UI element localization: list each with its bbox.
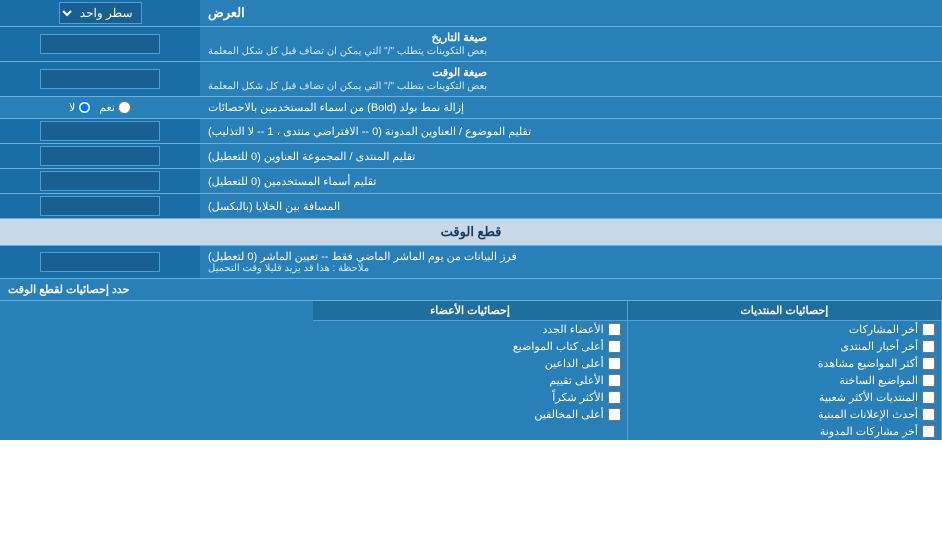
radio-yes[interactable] <box>118 101 131 114</box>
cb-latest-announcements: أحدث الإعلانات المبنية <box>628 406 941 423</box>
cb-top-writers-input[interactable] <box>608 340 621 353</box>
cb-most-thanks-label: الأكثر شكراً <box>552 391 603 404</box>
forum-order-row: تقليم المنتدى / المجموعة العناوين (0 للت… <box>0 144 942 169</box>
cb-most-viewed-input[interactable] <box>922 357 935 370</box>
topics-order-input[interactable]: 33 <box>40 121 160 141</box>
cb-last-posts-input[interactable] <box>922 323 935 336</box>
cb-top-rated-label: الأعلى تقييم <box>549 374 603 387</box>
bold-remove-label: إزالة نمط بولد (Bold) من اسماء المستخدمي… <box>200 97 942 118</box>
stats-section: إحصائيات المنتديات أخر المشاركات أخر أخب… <box>0 301 942 440</box>
cb-latest-announcements-input[interactable] <box>922 408 935 421</box>
realtime-row: فرز البيانات من يوم الماشر الماضي فقط --… <box>0 246 942 279</box>
cell-spacing-row: المسافة بين الخلايا (بالبكسل) 2 <box>0 194 942 219</box>
forum-order-label: تقليم المنتدى / المجموعة العناوين (0 للت… <box>200 144 942 168</box>
cb-top-inviters-input[interactable] <box>608 357 621 370</box>
radio-yes-label: نعم <box>99 101 115 114</box>
topics-order-row: تقليم الموضوع / العناوين المدونة (0 -- ا… <box>0 119 942 144</box>
cb-blog-posts: أخر مشاركات المدونة <box>628 423 941 440</box>
display-label: العرض <box>200 0 942 26</box>
users-order-row: تقليم أسماء المستخدمين (0 للتعطيل) 0 <box>0 169 942 194</box>
realtime-label: فرز البيانات من يوم الماشر الماضي فقط --… <box>200 246 942 278</box>
cb-top-writers-label: أعلى كتاب المواضيع <box>513 340 604 353</box>
cb-most-viewed: أكثر المواضيع مشاهدة <box>628 355 941 372</box>
users-order-input-cell: 0 <box>0 169 200 193</box>
cb-hot-topics: المواضيع الساخنة <box>628 372 941 389</box>
cb-most-thanks-input[interactable] <box>608 391 621 404</box>
topics-order-label: تقليم الموضوع / العناوين المدونة (0 -- ا… <box>200 119 942 143</box>
time-format-input-cell: H:i <box>0 62 200 96</box>
realtime-section-header: قطع الوقت <box>0 219 942 246</box>
cb-blog-posts-input[interactable] <box>922 425 935 438</box>
cb-top-violators-label: أعلى المخالفين <box>534 408 603 421</box>
limit-label: حدد إحصائيات لقطع الوقت <box>0 279 942 300</box>
date-format-input-cell: d-m <box>0 27 200 61</box>
stats-col-forums-header: إحصائيات المنتديات <box>628 301 941 321</box>
time-format-label: صيغة الوقت بعض التكوينات يتطلب "/" التي … <box>200 62 942 96</box>
stats-col-forums: إحصائيات المنتديات أخر المشاركات أخر أخب… <box>628 301 942 440</box>
cb-top-violators-input[interactable] <box>608 408 621 421</box>
radio-no-option: لا <box>69 101 91 114</box>
cb-popular-forums-label: المنتديات الأكثر شعبية <box>819 391 918 404</box>
date-format-input[interactable]: d-m <box>40 34 160 54</box>
cb-latest-announcements-label: أحدث الإعلانات المبنية <box>818 408 918 421</box>
cb-hot-topics-input[interactable] <box>922 374 935 387</box>
display-row: العرض سطر واحد <box>0 0 942 27</box>
cell-spacing-input[interactable]: 2 <box>40 196 160 216</box>
cb-top-inviters: أعلى الداعين <box>313 355 626 372</box>
time-format-sublabel: بعض التكوينات يتطلب "/" التي يمكن ان تضا… <box>208 81 487 92</box>
cb-new-members-input[interactable] <box>608 323 621 336</box>
cb-new-members: الأعضاء الجدد <box>313 321 626 338</box>
realtime-input-cell: 0 <box>0 246 200 278</box>
topics-order-input-cell: 33 <box>0 119 200 143</box>
cb-forum-news-input[interactable] <box>922 340 935 353</box>
radio-yes-option: نعم <box>99 101 131 114</box>
stats-col-members-header: إحصائيات الأعضاء <box>313 301 626 321</box>
stats-col-empty <box>0 301 313 440</box>
realtime-note: ملاحظة : هذا قد يزيد قليلا وقت التحميل <box>208 263 369 274</box>
cb-forum-news-label: أخر أخبار المنتدى <box>840 340 918 353</box>
cb-new-members-label: الأعضاء الجدد <box>542 323 603 336</box>
cb-top-rated: الأعلى تقييم <box>313 372 626 389</box>
users-order-label: تقليم أسماء المستخدمين (0 للتعطيل) <box>200 169 942 193</box>
date-format-label: صيغة التاريخ بعض التكوينات يتطلب "/" الت… <box>200 27 942 61</box>
cell-spacing-input-cell: 2 <box>0 194 200 218</box>
display-select[interactable]: سطر واحد <box>59 2 142 24</box>
cb-top-violators: أعلى المخالفين <box>313 406 626 423</box>
radio-no[interactable] <box>78 101 91 114</box>
cb-hot-topics-label: المواضيع الساخنة <box>839 374 918 387</box>
date-format-title: صيغة التاريخ <box>432 32 487 44</box>
cb-top-writers: أعلى كتاب المواضيع <box>313 338 626 355</box>
cell-spacing-label: المسافة بين الخلايا (بالبكسل) <box>200 194 942 218</box>
cb-most-viewed-label: أكثر المواضيع مشاهدة <box>818 357 918 370</box>
time-format-row: صيغة الوقت بعض التكوينات يتطلب "/" التي … <box>0 62 942 97</box>
radio-no-label: لا <box>69 101 75 114</box>
forum-order-input[interactable]: 33 <box>40 146 160 166</box>
cb-popular-forums-input[interactable] <box>922 391 935 404</box>
realtime-title: فرز البيانات من يوم الماشر الماضي فقط --… <box>208 250 517 263</box>
display-input-cell: سطر واحد <box>0 0 200 26</box>
time-format-title: صيغة الوقت <box>432 67 487 79</box>
time-format-input[interactable]: H:i <box>40 69 160 89</box>
realtime-input[interactable]: 0 <box>40 252 160 272</box>
cb-last-posts: أخر المشاركات <box>628 321 941 338</box>
cb-top-inviters-label: أعلى الداعين <box>545 357 604 370</box>
cb-top-rated-input[interactable] <box>608 374 621 387</box>
cb-blog-posts-label: أخر مشاركات المدونة <box>820 425 918 438</box>
limit-row: حدد إحصائيات لقطع الوقت <box>0 279 942 301</box>
cb-most-thanks: الأكثر شكراً <box>313 389 626 406</box>
forum-order-input-cell: 33 <box>0 144 200 168</box>
cb-popular-forums: المنتديات الأكثر شعبية <box>628 389 941 406</box>
bold-remove-row: إزالة نمط بولد (Bold) من اسماء المستخدمي… <box>0 97 942 119</box>
date-format-sublabel: بعض التكوينات يتطلب "/" التي يمكن ان تضا… <box>208 46 487 57</box>
cb-forum-news: أخر أخبار المنتدى <box>628 338 941 355</box>
date-format-row: صيغة التاريخ بعض التكوينات يتطلب "/" الت… <box>0 27 942 62</box>
stats-col-members: إحصائيات الأعضاء الأعضاء الجدد أعلى كتاب… <box>313 301 627 440</box>
users-order-input[interactable]: 0 <box>40 171 160 191</box>
cb-last-posts-label: أخر المشاركات <box>849 323 918 336</box>
bold-remove-radio-cell: نعم لا <box>0 97 200 118</box>
